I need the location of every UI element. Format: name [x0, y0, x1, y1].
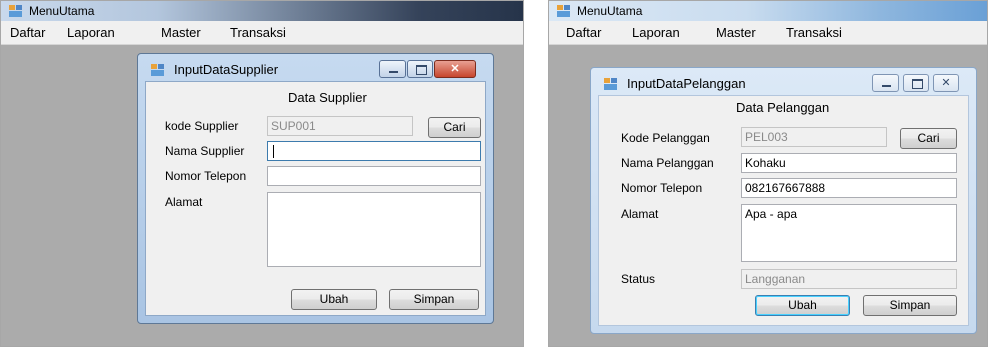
form-title: InputDataSupplier — [174, 62, 279, 77]
menu-daftar[interactable]: Daftar — [10, 25, 45, 40]
nomor-telepon-label: Nomor Telepon — [165, 169, 247, 183]
cari-button[interactable]: Cari — [900, 128, 957, 149]
nomor-telepon-field[interactable] — [267, 166, 481, 186]
app-title: MenuUtama — [577, 4, 643, 18]
app-form-icon — [557, 5, 570, 17]
minimize-icon[interactable] — [379, 60, 406, 78]
alamat-field[interactable]: Apa - apa — [741, 204, 957, 262]
app-titlebar: MenuUtama — [549, 1, 987, 21]
menu-laporan[interactable]: Laporan — [632, 25, 680, 40]
nomor-telepon-field[interactable]: 082167667888 — [741, 178, 957, 198]
form-client-area: Data Pelanggan Kode Pelanggan PEL003 Car… — [598, 95, 969, 326]
app-title: MenuUtama — [29, 4, 95, 18]
caption-buttons — [871, 74, 959, 92]
ubah-button[interactable]: Ubah — [291, 289, 377, 310]
menu-master[interactable]: Master — [716, 25, 756, 40]
alamat-label: Alamat — [621, 207, 659, 221]
nama-supplier-label: Nama Supplier — [165, 144, 245, 158]
alamat-label: Alamat — [165, 195, 203, 209]
form-heading: Data Pelanggan — [736, 100, 830, 115]
inputdatasupplier-window: InputDataSupplier Data Supplier kode Sup… — [137, 53, 494, 324]
app-form-icon — [151, 64, 164, 76]
nama-pelanggan-label: Nama Pelanggan — [621, 156, 714, 170]
status-field: Langganan — [741, 269, 957, 289]
kode-pelanggan-field: PEL003 — [741, 127, 887, 147]
cari-button[interactable]: Cari — [428, 117, 481, 138]
close-icon[interactable] — [933, 74, 959, 92]
app-form-icon — [604, 78, 617, 90]
form-client-area: Data Supplier kode Supplier SUP001 Cari … — [145, 81, 486, 316]
menu-daftar[interactable]: Daftar — [566, 25, 601, 40]
nama-supplier-field[interactable] — [267, 141, 481, 161]
inputdatapelanggan-window: InputDataPelanggan Data Pelanggan Kode P… — [590, 67, 977, 334]
simpan-button[interactable]: Simpan — [863, 295, 957, 316]
nama-pelanggan-field[interactable]: Kohaku — [741, 153, 957, 173]
menubar: Daftar Laporan Master Transaksi — [549, 21, 987, 45]
kode-supplier-label: kode Supplier — [165, 119, 239, 133]
minimize-icon[interactable] — [872, 74, 899, 92]
form-heading: Data Supplier — [288, 90, 367, 105]
caption-buttons — [378, 60, 476, 78]
app-titlebar: MenuUtama — [1, 1, 523, 21]
kode-pelanggan-label: Kode Pelanggan — [621, 131, 710, 145]
menu-master[interactable]: Master — [161, 25, 201, 40]
kode-supplier-field: SUP001 — [267, 116, 413, 136]
menu-laporan[interactable]: Laporan — [67, 25, 115, 40]
simpan-button[interactable]: Simpan — [389, 289, 479, 310]
nomor-telepon-label: Nomor Telepon — [621, 181, 703, 195]
close-icon[interactable] — [434, 60, 476, 78]
menu-transaksi[interactable]: Transaksi — [786, 25, 842, 40]
ubah-button[interactable]: Ubah — [755, 295, 850, 316]
menubar: Daftar Laporan Master Transaksi — [1, 21, 523, 45]
maximize-icon[interactable] — [407, 60, 433, 78]
status-label: Status — [621, 272, 656, 286]
alamat-field[interactable] — [267, 192, 481, 267]
app-form-icon — [9, 5, 22, 17]
form-title: InputDataPelanggan — [627, 76, 746, 91]
menu-transaksi[interactable]: Transaksi — [230, 25, 286, 40]
maximize-icon[interactable] — [903, 74, 929, 92]
text-caret — [273, 145, 274, 159]
